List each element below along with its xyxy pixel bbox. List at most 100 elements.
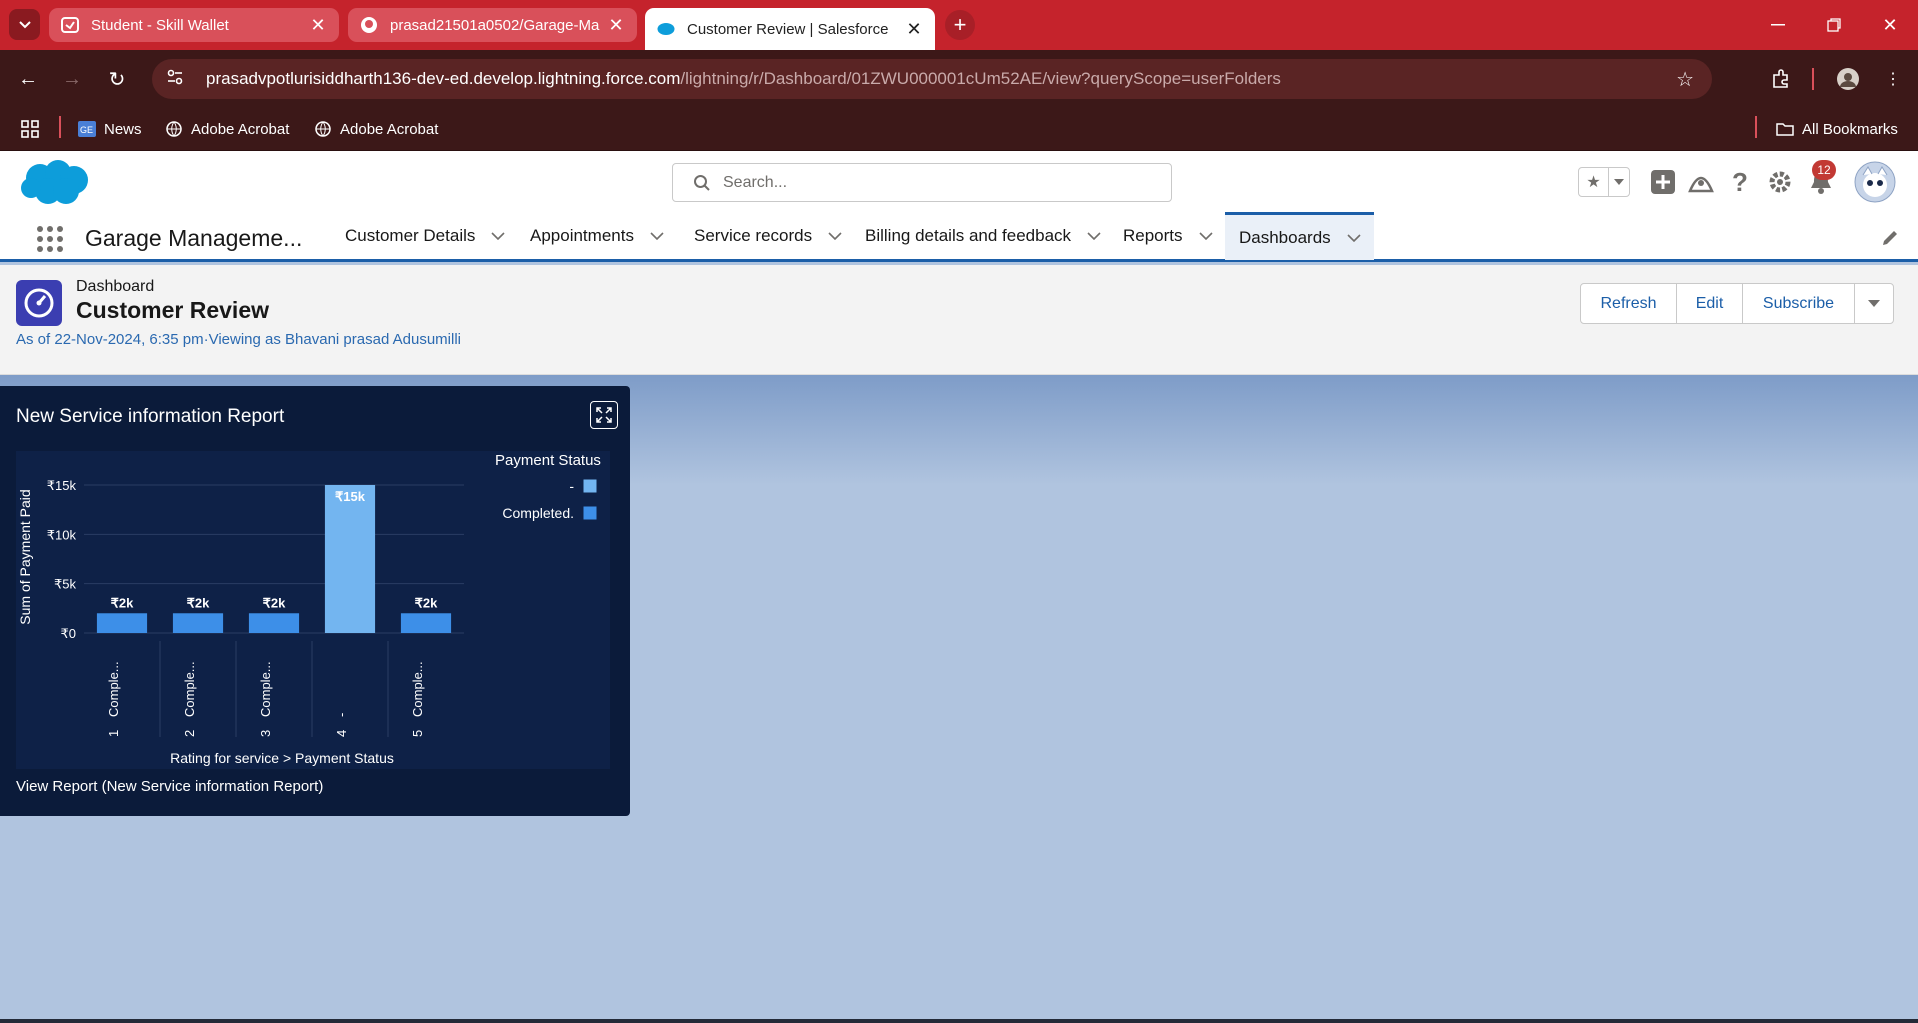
back-icon[interactable]: ← [13, 64, 43, 94]
bar [400, 613, 452, 633]
extensions-icon[interactable] [1766, 64, 1796, 94]
salesforce-favicon-icon [657, 20, 675, 38]
category-label: 1 [106, 730, 121, 737]
bar [172, 613, 224, 633]
bar-data-label: ₹2k [187, 595, 211, 610]
salesforce-logo[interactable] [18, 158, 92, 208]
reload-icon[interactable]: ↻ [102, 64, 132, 94]
category-sublabel: Comple... [258, 661, 273, 717]
y-tick-label: ₹15k [47, 478, 77, 493]
bookmark-label: Adobe Acrobat [340, 120, 439, 138]
nav-tab-customer-details[interactable]: Customer Details [331, 212, 519, 260]
browser-tab-salesforce[interactable]: Customer Review | Salesforce ✕ [645, 8, 935, 50]
browser-tab-github[interactable]: prasad21501a0502/Garage-Ma ✕ [348, 8, 637, 42]
edit-nav-pencil-icon[interactable] [1880, 228, 1900, 248]
edit-button[interactable]: Edit [1677, 284, 1743, 323]
app-launcher-icon[interactable] [35, 224, 65, 254]
bar [324, 485, 376, 633]
url-text: prasadvpotlurisiddharth136-dev-ed.develo… [206, 69, 1281, 89]
bar-chart: ₹0 ₹5k ₹10k ₹15k ₹2k ₹2k ₹2k ₹15k ₹2k 1 Comple..… [16, 451, 610, 769]
category-label: 4 [334, 730, 349, 737]
close-tab-icon[interactable]: ✕ [309, 15, 327, 36]
bookmark-news[interactable]: GE News [78, 116, 142, 142]
dashboard-gauge-icon [16, 280, 62, 326]
browser-tab-skill-wallet[interactable]: Student - Skill Wallet ✕ [49, 8, 339, 42]
tab-title: Customer Review | Salesforce [687, 20, 889, 38]
y-axis-label: Sum of Payment Paid [17, 489, 33, 624]
new-tab-button[interactable]: + [945, 10, 975, 40]
global-search[interactable] [672, 163, 1172, 202]
nav-tab-label: Reports [1123, 226, 1183, 245]
close-tab-icon[interactable]: ✕ [905, 19, 923, 40]
tab-search-button[interactable] [9, 9, 40, 40]
search-input[interactable] [723, 173, 1123, 192]
url-path: /lightning/r/Dashboard/01ZWU000001cUm52A… [680, 69, 1281, 88]
tab-title: Student - Skill Wallet [91, 16, 229, 34]
x-axis-label: Rating for service > Payment Status [170, 750, 394, 766]
restore-icon[interactable] [1806, 0, 1862, 50]
dashboard-actions: Refresh Edit Subscribe [1580, 283, 1894, 324]
widget-title: New Service information Report [16, 406, 285, 427]
setup-gear-icon[interactable] [1765, 164, 1795, 200]
forward-icon[interactable]: → [57, 64, 87, 94]
bookmark-star-icon[interactable]: ☆ [1676, 67, 1694, 92]
chevron-down-icon[interactable] [1087, 229, 1101, 243]
address-bar[interactable]: prasadvpotlurisiddharth136-dev-ed.develo… [152, 59, 1712, 99]
nav-tab-label: Billing details and feedback [865, 226, 1072, 245]
bar [248, 613, 300, 633]
close-window-icon[interactable]: ✕ [1862, 0, 1918, 50]
apps-grid-icon[interactable] [20, 116, 40, 142]
chevron-down-icon[interactable] [1347, 231, 1361, 245]
nav-tab-label: Dashboards [1239, 227, 1331, 247]
category-label: 2 [182, 730, 197, 737]
view-report-link[interactable]: View Report (New Service information Rep… [16, 778, 323, 795]
favorites-list-chevron-icon[interactable] [1609, 168, 1629, 196]
bookmark-divider [59, 116, 61, 138]
site-info-icon[interactable] [166, 68, 186, 91]
chart-background [16, 451, 610, 769]
legend-swatch [582, 505, 598, 521]
skill-wallet-favicon-icon [61, 16, 79, 34]
close-tab-icon[interactable]: ✕ [607, 15, 625, 36]
browser-menu-icon[interactable]: ⋮ [1878, 64, 1908, 94]
bar-data-label: ₹15k [335, 489, 366, 504]
subscribe-button[interactable]: Subscribe [1743, 284, 1855, 323]
bar-data-label: ₹2k [415, 595, 439, 610]
more-actions-button[interactable] [1855, 284, 1893, 323]
bookmark-adobe-acrobat-2[interactable]: Adobe Acrobat [314, 116, 438, 142]
chevron-down-icon[interactable] [650, 229, 664, 243]
category-sublabel: Comple... [106, 661, 121, 717]
nav-tab-reports[interactable]: Reports [1109, 212, 1227, 260]
favorite-star-icon[interactable]: ★ [1579, 168, 1609, 196]
user-avatar[interactable] [1854, 161, 1896, 203]
taskbar-edge [0, 1019, 1918, 1023]
expand-widget-button[interactable] [590, 401, 618, 429]
viewing-as-link[interactable]: Viewing as Bhavani prasad Adusumilli [209, 331, 461, 348]
chevron-down-icon [18, 20, 31, 28]
legend-swatch [582, 478, 598, 494]
minimize-icon[interactable] [1750, 0, 1806, 50]
trailhead-guidance-icon[interactable] [1686, 164, 1716, 200]
notification-count-badge: 12 [1812, 160, 1836, 180]
refresh-button[interactable]: Refresh [1581, 284, 1677, 323]
nav-tab-service-records[interactable]: Service records [680, 212, 856, 260]
bar [96, 613, 148, 633]
bookmark-adobe-acrobat-1[interactable]: Adobe Acrobat [165, 116, 289, 142]
dashboard-type-label: Dashboard [76, 278, 155, 295]
chevron-down-icon[interactable] [828, 229, 842, 243]
category-label: 5 [410, 730, 425, 737]
bar-data-label: ₹2k [111, 595, 135, 610]
profile-avatar-icon[interactable] [1833, 64, 1863, 94]
legend-item-label: - [569, 478, 574, 494]
nav-tab-label: Appointments [530, 226, 634, 245]
global-actions-icon[interactable] [1648, 164, 1678, 200]
help-icon[interactable]: ? [1727, 164, 1753, 200]
nav-tab-appointments[interactable]: Appointments [516, 212, 678, 260]
chevron-down-icon[interactable] [1198, 229, 1213, 243]
nav-tab-billing-details[interactable]: Billing details and feedback [851, 212, 1115, 260]
chevron-down-icon[interactable] [491, 229, 505, 243]
nav-tab-dashboards[interactable]: Dashboards [1225, 212, 1374, 260]
all-bookmarks-button[interactable]: All Bookmarks [1776, 116, 1898, 142]
favorites-button-group: ★ [1578, 167, 1630, 197]
all-bookmarks-label: All Bookmarks [1802, 120, 1898, 138]
